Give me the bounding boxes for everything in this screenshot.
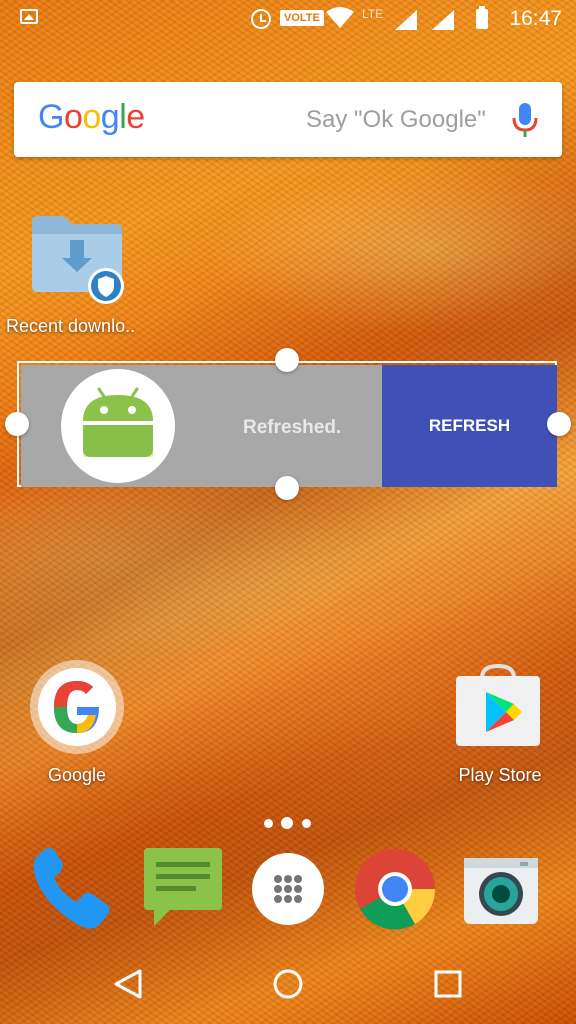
google-g-icon	[38, 668, 116, 746]
google-logo: Google	[38, 98, 145, 137]
android-app-icon	[61, 369, 175, 483]
microphone-icon[interactable]	[510, 102, 540, 138]
folder-label: Recent downlo..	[6, 316, 136, 336]
logo-letter: e	[126, 98, 145, 136]
resize-handle-right[interactable]	[547, 412, 571, 436]
logo-letter: o	[82, 98, 101, 136]
resize-handle-bottom[interactable]	[275, 476, 299, 500]
status-bar: VOLTE LTE 16:47	[0, 0, 576, 40]
chrome-icon[interactable]	[352, 846, 438, 932]
widget-status-text: Refreshed.	[243, 417, 342, 438]
signal-icon	[395, 10, 417, 30]
logo-letter: G	[38, 98, 64, 136]
search-hint[interactable]: Say "Ok Google"	[306, 106, 486, 134]
play-store-icon[interactable]	[452, 664, 544, 748]
messages-icon[interactable]	[140, 846, 226, 932]
widget-body: Refreshed.	[21, 365, 382, 487]
camera-icon[interactable]	[458, 846, 544, 932]
google-app-icon[interactable]	[30, 660, 124, 754]
logo-letter: g	[100, 98, 120, 136]
page-indicator	[262, 816, 314, 830]
play-store-label: Play Store	[458, 765, 542, 785]
resize-handle-left[interactable]	[5, 412, 29, 436]
battery-icon	[476, 6, 488, 29]
home-button[interactable]	[270, 966, 306, 1002]
android-robot-icon	[83, 387, 153, 457]
download-folder-icon[interactable]	[28, 214, 128, 304]
phone-icon[interactable]	[28, 846, 114, 932]
logo-letter: o	[63, 98, 83, 136]
g-letter-icon	[54, 681, 99, 733]
signal-icon	[432, 10, 454, 30]
app-drawer-icon[interactable]	[245, 846, 331, 932]
clock: 16:47	[509, 7, 562, 30]
recents-button[interactable]	[430, 966, 466, 1002]
widget-resize-frame[interactable]: Refreshed. REFRESH	[17, 361, 557, 487]
gallery-notification-icon	[20, 9, 38, 24]
volte-badge: VOLTE	[280, 10, 324, 26]
google-app-label: Google	[47, 765, 107, 785]
back-button[interactable]	[110, 966, 146, 1002]
alarm-icon	[251, 9, 271, 29]
refresh-button[interactable]: REFRESH	[382, 365, 557, 487]
navigation-bar	[0, 944, 576, 1024]
resize-handle-top[interactable]	[275, 348, 299, 372]
lte-label: LTE	[362, 7, 384, 21]
wifi-icon	[326, 7, 354, 28]
google-search-bar[interactable]: Google Say "Ok Google"	[14, 82, 562, 157]
